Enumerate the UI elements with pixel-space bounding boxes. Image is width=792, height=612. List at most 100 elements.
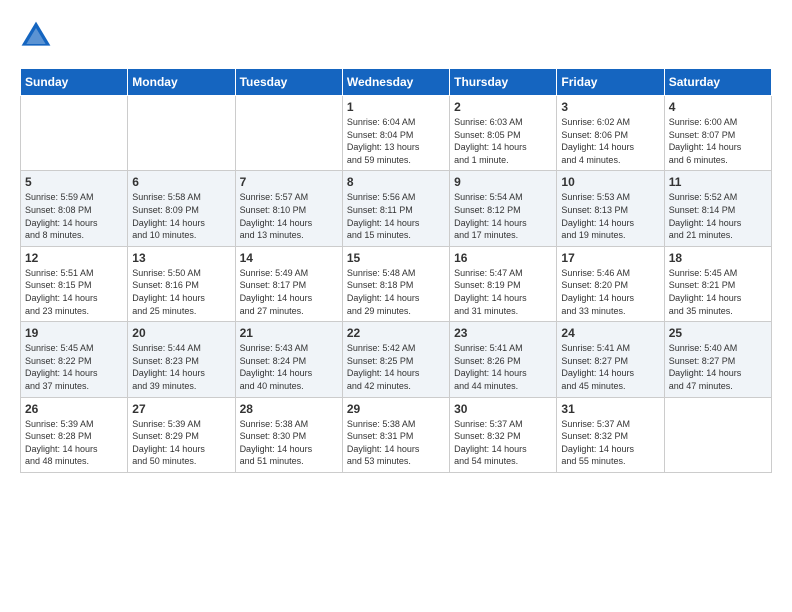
calendar-day-cell: 20 Sunrise: 5:44 AM Sunset: 8:23 PM Dayli… [128,322,235,397]
weekday-header: Sunday [21,69,128,96]
day-number: 18 [669,251,767,265]
calendar-day-cell: 22 Sunrise: 5:42 AM Sunset: 8:25 PM Dayli… [342,322,449,397]
day-info: Sunrise: 5:58 AM Sunset: 8:09 PM Dayligh… [132,191,230,241]
day-info: Sunrise: 5:45 AM Sunset: 8:22 PM Dayligh… [25,342,123,392]
day-number: 21 [240,326,338,340]
calendar-day-cell [664,397,771,472]
day-number: 29 [347,402,445,416]
day-info: Sunrise: 5:48 AM Sunset: 8:18 PM Dayligh… [347,267,445,317]
calendar-day-cell: 1Sunrise: 6:04 AM Sunset: 8:04 PM Daylig… [342,96,449,171]
calendar-day-cell: 2 Sunrise: 6:03 AM Sunset: 8:05 PM Daylig… [450,96,557,171]
logo [20,20,56,52]
weekday-header: Monday [128,69,235,96]
day-number: 1 [347,100,445,114]
day-info: Sunrise: 5:56 AM Sunset: 8:11 PM Dayligh… [347,191,445,241]
day-info: Sunrise: 5:39 AM Sunset: 8:28 PM Dayligh… [25,418,123,468]
weekday-header: Thursday [450,69,557,96]
day-info: Sunrise: 5:38 AM Sunset: 8:31 PM Dayligh… [347,418,445,468]
day-number: 5 [25,175,123,189]
day-info: Sunrise: 5:44 AM Sunset: 8:23 PM Dayligh… [132,342,230,392]
calendar-day-cell: 3 Sunrise: 6:02 AM Sunset: 8:06 PM Daylig… [557,96,664,171]
day-number: 31 [561,402,659,416]
calendar-day-cell: 21 Sunrise: 5:43 AM Sunset: 8:24 PM Dayli… [235,322,342,397]
calendar-day-cell: 30Sunrise: 5:37 AM Sunset: 8:32 PM Dayli… [450,397,557,472]
weekday-header: Friday [557,69,664,96]
calendar-day-cell: 11 Sunrise: 5:52 AM Sunset: 8:14 PM Dayli… [664,171,771,246]
day-number: 9 [454,175,552,189]
calendar-day-cell: 12Sunrise: 5:51 AM Sunset: 8:15 PM Dayli… [21,246,128,321]
calendar-day-cell: 23 Sunrise: 5:41 AM Sunset: 8:26 PM Dayli… [450,322,557,397]
day-number: 10 [561,175,659,189]
day-number: 19 [25,326,123,340]
calendar-day-cell: 9 Sunrise: 5:54 AM Sunset: 8:12 PM Daylig… [450,171,557,246]
day-number: 25 [669,326,767,340]
day-number: 8 [347,175,445,189]
day-number: 3 [561,100,659,114]
day-number: 13 [132,251,230,265]
calendar-day-cell: 17Sunrise: 5:46 AM Sunset: 8:20 PM Dayli… [557,246,664,321]
calendar-week-row: 1Sunrise: 6:04 AM Sunset: 8:04 PM Daylig… [21,96,772,171]
calendar-day-cell [235,96,342,171]
day-info: Sunrise: 5:47 AM Sunset: 8:19 PM Dayligh… [454,267,552,317]
calendar-day-cell: 28Sunrise: 5:38 AM Sunset: 8:30 PM Dayli… [235,397,342,472]
day-number: 15 [347,251,445,265]
calendar-week-row: 26 Sunrise: 5:39 AM Sunset: 8:28 PM Dayli… [21,397,772,472]
day-number: 26 [25,402,123,416]
day-info: Sunrise: 6:02 AM Sunset: 8:06 PM Dayligh… [561,116,659,166]
day-info: Sunrise: 5:37 AM Sunset: 8:32 PM Dayligh… [561,418,659,468]
day-info: Sunrise: 5:43 AM Sunset: 8:24 PM Dayligh… [240,342,338,392]
calendar-week-row: 19 Sunrise: 5:45 AM Sunset: 8:22 PM Dayli… [21,322,772,397]
calendar-day-cell: 13Sunrise: 5:50 AM Sunset: 8:16 PM Dayli… [128,246,235,321]
day-number: 22 [347,326,445,340]
page-header [20,20,772,52]
day-info: Sunrise: 5:41 AM Sunset: 8:26 PM Dayligh… [454,342,552,392]
calendar-day-cell: 24 Sunrise: 5:41 AM Sunset: 8:27 PM Dayli… [557,322,664,397]
calendar-table: SundayMondayTuesdayWednesdayThursdayFrid… [20,68,772,473]
day-number: 7 [240,175,338,189]
day-info: Sunrise: 5:39 AM Sunset: 8:29 PM Dayligh… [132,418,230,468]
day-info: Sunrise: 5:42 AM Sunset: 8:25 PM Dayligh… [347,342,445,392]
day-number: 27 [132,402,230,416]
day-number: 20 [132,326,230,340]
day-info: Sunrise: 5:45 AM Sunset: 8:21 PM Dayligh… [669,267,767,317]
calendar-day-cell: 16 Sunrise: 5:47 AM Sunset: 8:19 PM Dayli… [450,246,557,321]
calendar-day-cell: 8 Sunrise: 5:56 AM Sunset: 8:11 PM Daylig… [342,171,449,246]
day-number: 24 [561,326,659,340]
day-number: 4 [669,100,767,114]
day-info: Sunrise: 6:03 AM Sunset: 8:05 PM Dayligh… [454,116,552,166]
day-number: 23 [454,326,552,340]
calendar-day-cell [128,96,235,171]
day-info: Sunrise: 5:38 AM Sunset: 8:30 PM Dayligh… [240,418,338,468]
day-info: Sunrise: 5:37 AM Sunset: 8:32 PM Dayligh… [454,418,552,468]
day-info: Sunrise: 5:46 AM Sunset: 8:20 PM Dayligh… [561,267,659,317]
logo-icon [20,20,52,52]
day-info: Sunrise: 5:59 AM Sunset: 8:08 PM Dayligh… [25,191,123,241]
calendar-day-cell: 25Sunrise: 5:40 AM Sunset: 8:27 PM Dayli… [664,322,771,397]
calendar-day-cell: 4Sunrise: 6:00 AM Sunset: 8:07 PM Daylig… [664,96,771,171]
calendar-day-cell: 5 Sunrise: 5:59 AM Sunset: 8:08 PM Daylig… [21,171,128,246]
day-number: 16 [454,251,552,265]
day-number: 2 [454,100,552,114]
calendar-day-cell: 19 Sunrise: 5:45 AM Sunset: 8:22 PM Dayli… [21,322,128,397]
weekday-header: Wednesday [342,69,449,96]
day-info: Sunrise: 5:53 AM Sunset: 8:13 PM Dayligh… [561,191,659,241]
calendar-day-cell [21,96,128,171]
calendar-day-cell: 18 Sunrise: 5:45 AM Sunset: 8:21 PM Dayli… [664,246,771,321]
calendar-day-cell: 14Sunrise: 5:49 AM Sunset: 8:17 PM Dayli… [235,246,342,321]
day-number: 11 [669,175,767,189]
calendar-day-cell: 27 Sunrise: 5:39 AM Sunset: 8:29 PM Dayli… [128,397,235,472]
calendar-day-cell: 31 Sunrise: 5:37 AM Sunset: 8:32 PM Dayli… [557,397,664,472]
day-info: Sunrise: 5:57 AM Sunset: 8:10 PM Dayligh… [240,191,338,241]
calendar-day-cell: 15 Sunrise: 5:48 AM Sunset: 8:18 PM Dayli… [342,246,449,321]
day-info: Sunrise: 5:54 AM Sunset: 8:12 PM Dayligh… [454,191,552,241]
calendar-header-row: SundayMondayTuesdayWednesdayThursdayFrid… [21,69,772,96]
weekday-header: Tuesday [235,69,342,96]
day-info: Sunrise: 5:41 AM Sunset: 8:27 PM Dayligh… [561,342,659,392]
day-info: Sunrise: 5:49 AM Sunset: 8:17 PM Dayligh… [240,267,338,317]
weekday-header: Saturday [664,69,771,96]
calendar-day-cell: 6 Sunrise: 5:58 AM Sunset: 8:09 PM Daylig… [128,171,235,246]
day-info: Sunrise: 5:52 AM Sunset: 8:14 PM Dayligh… [669,191,767,241]
day-number: 6 [132,175,230,189]
calendar-day-cell: 29 Sunrise: 5:38 AM Sunset: 8:31 PM Dayli… [342,397,449,472]
day-info: Sunrise: 5:51 AM Sunset: 8:15 PM Dayligh… [25,267,123,317]
